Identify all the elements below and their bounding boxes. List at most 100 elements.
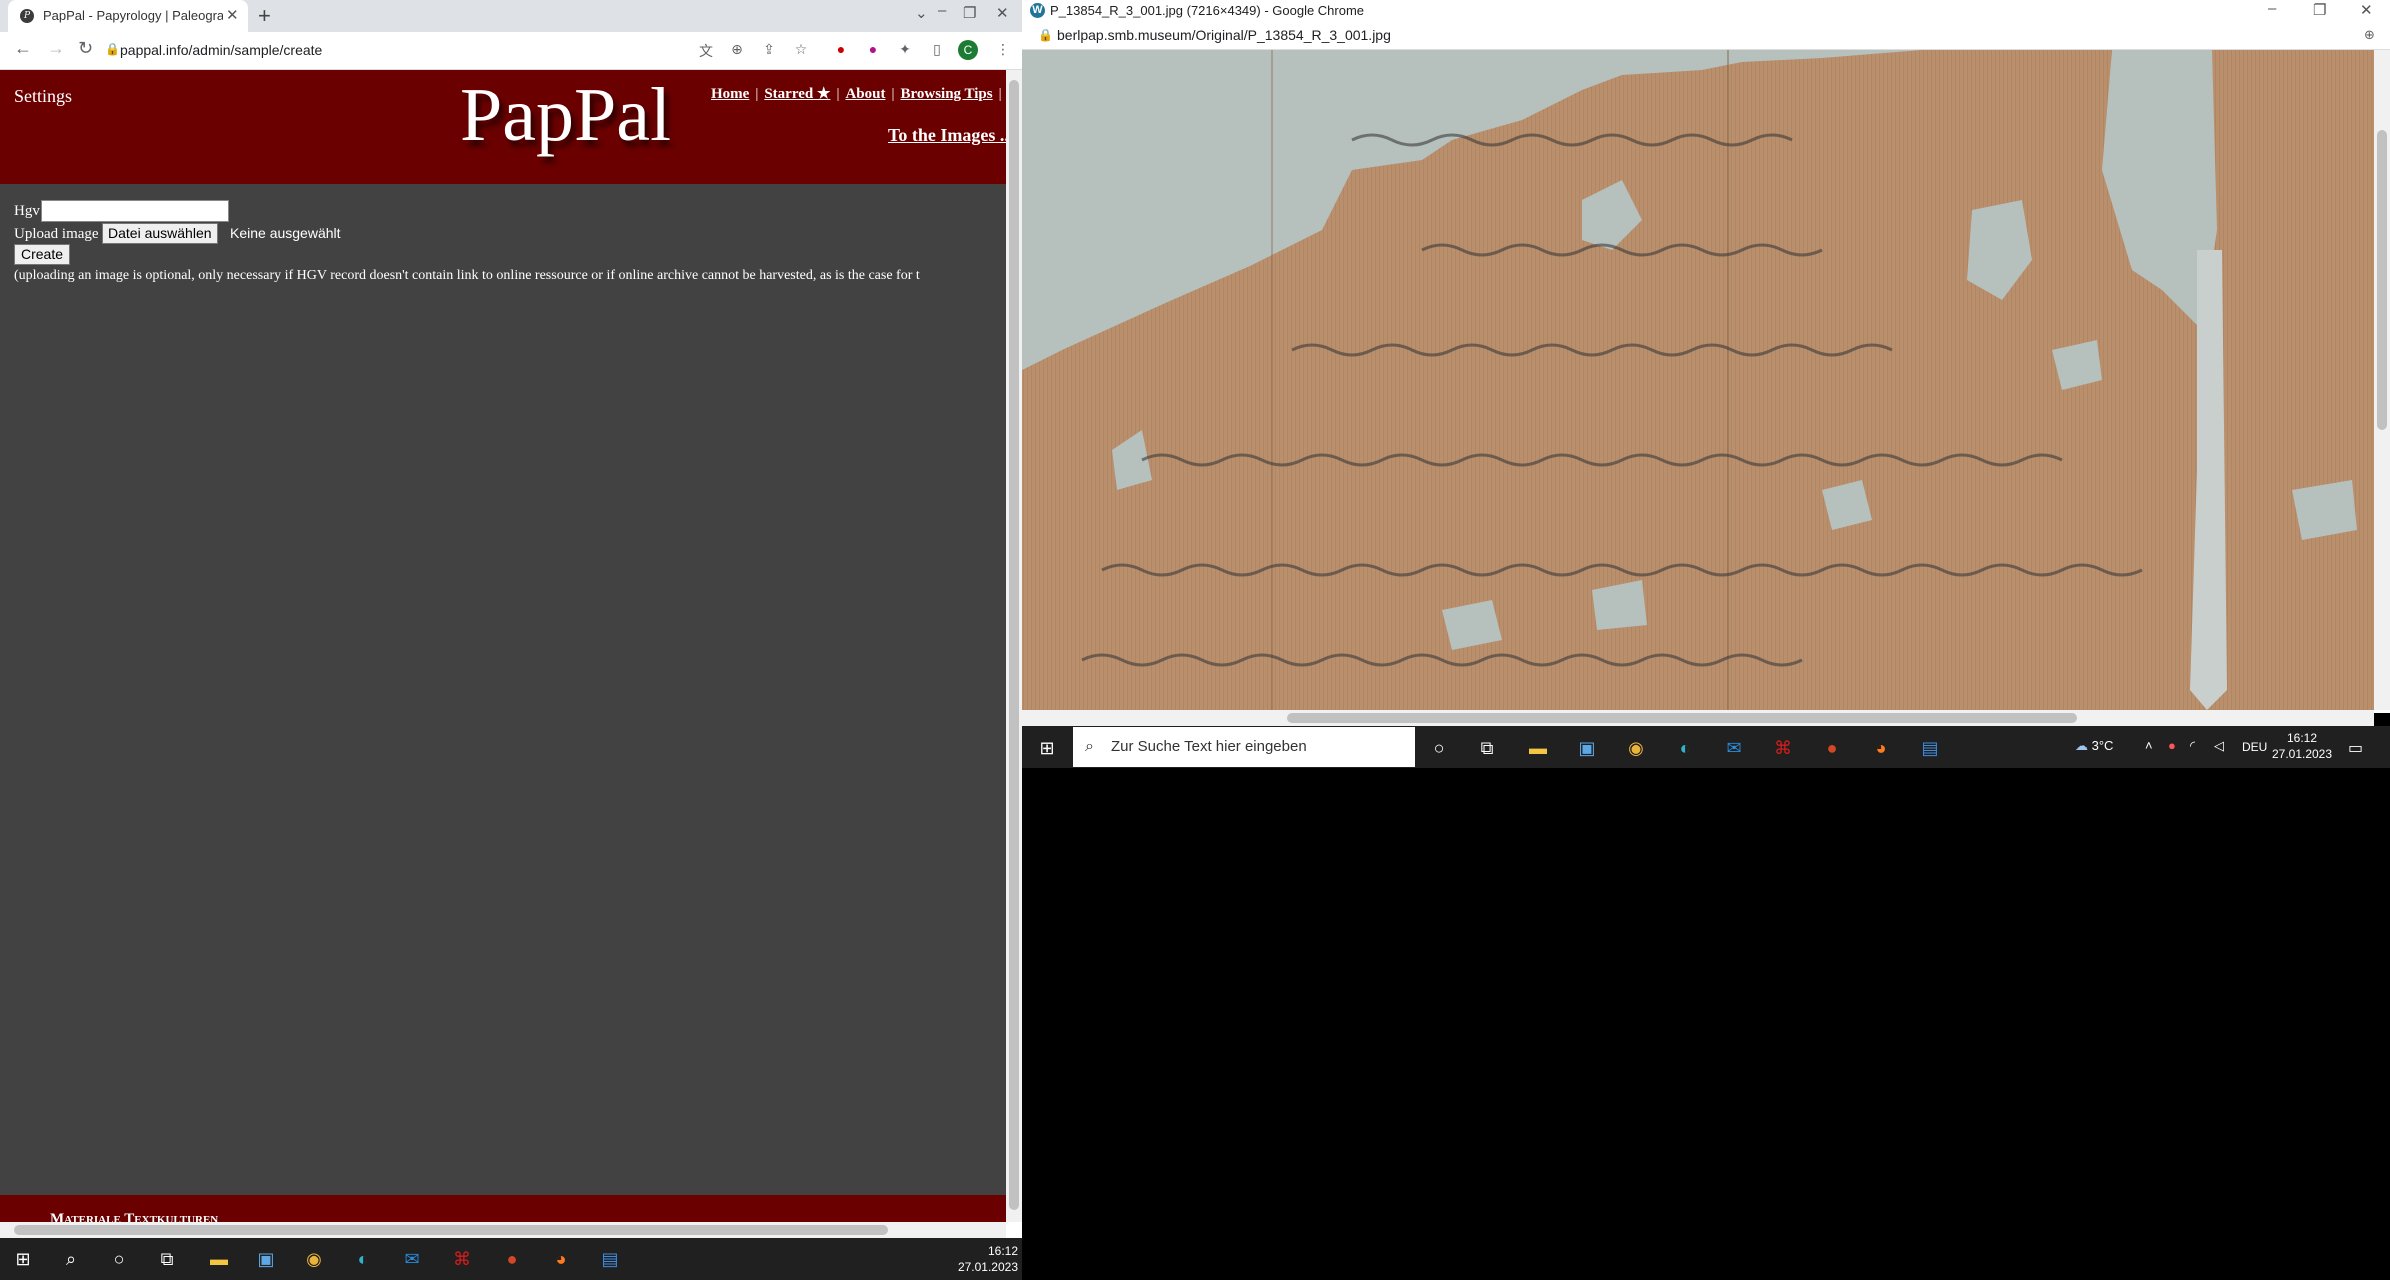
close-tab-icon[interactable]: ✕	[226, 6, 239, 24]
firefox-icon[interactable]: ◕	[548, 1246, 574, 1272]
vertical-scroll-thumb[interactable]	[1009, 80, 1019, 1210]
store-icon[interactable]: ▣	[253, 1246, 279, 1272]
task-view-icon[interactable]: ⧉	[154, 1246, 180, 1272]
chrome-icon[interactable]: ◉	[1623, 735, 1649, 761]
photos-icon[interactable]: ▤	[597, 1246, 623, 1272]
clock-date: 27.01.2023	[957, 1260, 1018, 1274]
forward-icon[interactable]: →	[47, 38, 65, 59]
page-content: Settings PapPal Home | Starred ★ | About | Bro…	[0, 70, 1006, 1222]
extensions-puzzle-icon[interactable]: ✦	[896, 41, 914, 59]
chrome-icon[interactable]: ◉	[301, 1246, 327, 1272]
cortana-icon[interactable]: ○	[106, 1246, 132, 1272]
empty-screen-area	[1022, 768, 2390, 1280]
file-explorer-icon[interactable]: ▬	[206, 1246, 232, 1272]
papyrus-graphic	[1022, 50, 2374, 710]
upload-note: (uploading an image is optional, only ne…	[14, 268, 920, 283]
volume-icon[interactable]: ◁	[2214, 738, 2224, 754]
restore-icon[interactable]: ❐	[963, 4, 976, 22]
nav-separator: |	[836, 86, 840, 102]
left-browser-tab[interactable]: P PapPal - Papyrology | Paleograph ✕	[8, 0, 248, 32]
menu-kebab-icon[interactable]: ⋮	[994, 41, 1012, 59]
photos-icon[interactable]: ▤	[1917, 735, 1943, 761]
left-tab-title: PapPal - Papyrology | Paleograph	[43, 8, 223, 23]
site-logo[interactable]: PapPal	[460, 72, 671, 159]
nav-starred[interactable]: Starred ★	[764, 86, 830, 102]
choose-file-button[interactable]: Datei auswählen	[102, 223, 218, 244]
left-url-field[interactable]: pappal.info/admin/sample/create	[120, 42, 322, 58]
close-window-icon[interactable]: ✕	[2360, 1, 2373, 19]
extension-purple-icon[interactable]: ●	[864, 41, 882, 59]
mail-icon[interactable]: ✉	[1721, 735, 1747, 761]
horizontal-scroll-thumb[interactable]	[14, 1225, 888, 1235]
translate-icon[interactable]: 文	[697, 41, 715, 59]
nav-about[interactable]: About	[845, 86, 885, 102]
right-vertical-scroll-thumb[interactable]	[2377, 130, 2387, 430]
acrobat-icon[interactable]: ⌘	[1770, 735, 1796, 761]
reload-icon[interactable]: ↻	[78, 38, 93, 59]
search-icon[interactable]: ⌕	[58, 1246, 84, 1272]
create-button[interactable]: Create	[14, 244, 71, 265]
profile-avatar[interactable]: C	[958, 40, 978, 60]
side-panel-icon[interactable]: ▯	[928, 41, 946, 59]
tray-app-icon[interactable]: ●	[2168, 738, 2176, 753]
papyrus-image[interactable]	[1022, 50, 2374, 710]
tab-search-icon[interactable]: ⌄	[915, 4, 928, 22]
left-clock[interactable]: 16:12 27.01.2023	[948, 1243, 1018, 1275]
windows-start-icon[interactable]: ⊞	[1034, 735, 1060, 761]
settings-link[interactable]: Settings	[14, 86, 72, 107]
left-browser-window: P PapPal - Papyrology | Paleograph ✕ + ⌄…	[0, 0, 1022, 1238]
cortana-icon[interactable]: ○	[1426, 735, 1452, 761]
close-window-icon[interactable]: ✕	[996, 4, 1009, 22]
zoom-icon[interactable]: ⊕	[728, 41, 746, 59]
nav-home[interactable]: Home	[711, 86, 749, 102]
file-status-text: Keine ausgewählt	[230, 225, 341, 241]
restore-icon[interactable]: ❐	[2313, 1, 2326, 19]
right-window-title: P_13854_R_3_001.jpg (7216×4349) - Google…	[1050, 3, 1365, 18]
to-images-link[interactable]: To the Images ...	[888, 125, 1006, 146]
bookmark-star-icon[interactable]: ☆	[792, 41, 810, 59]
store-icon[interactable]: ▣	[1574, 735, 1600, 761]
temperature: 3°C	[2091, 738, 2114, 753]
weather-widget[interactable]: ☁ 3°C	[2075, 738, 2113, 754]
nav-separator: |	[998, 86, 1002, 102]
nav-separator: |	[755, 86, 759, 102]
file-explorer-icon[interactable]: ▬	[1525, 735, 1551, 761]
upload-row: Upload image Datei auswählen Keine ausge…	[14, 222, 614, 244]
wifi-icon[interactable]: ◜	[2190, 738, 2195, 754]
desktop: P PapPal - Papyrology | Paleograph ✕ + ⌄…	[0, 0, 2390, 1280]
hgv-label: Hgv	[14, 203, 40, 219]
right-url-field[interactable]: berlpap.smb.museum/Original/P_13854_R_3_…	[1057, 27, 1391, 43]
nav-separator: |	[891, 86, 895, 102]
taskbar-search-box[interactable]: ⌕ Zur Suche Text hier eingeben	[1073, 727, 1415, 767]
edge-icon[interactable]: ◐	[350, 1246, 376, 1272]
powerpoint-icon[interactable]: ●	[499, 1246, 525, 1272]
acrobat-icon[interactable]: ⌘	[449, 1246, 475, 1272]
windows-start-icon[interactable]: ⊞	[10, 1246, 36, 1272]
task-view-icon[interactable]: ⧉	[1474, 735, 1500, 761]
nav-browsing-tips[interactable]: Browsing Tips	[900, 86, 992, 102]
upload-image-label: Upload image	[14, 226, 99, 242]
minimize-icon[interactable]: –	[938, 2, 946, 19]
cloud-icon: ☁	[2075, 738, 2088, 753]
firefox-icon[interactable]: ◕	[1868, 735, 1894, 761]
tray-chevron-icon[interactable]: ˄	[2145, 738, 2153, 753]
new-tab-icon[interactable]: +	[258, 3, 271, 29]
edge-icon[interactable]: ◐	[1672, 735, 1698, 761]
zoom-icon[interactable]: ⊕	[2364, 27, 2375, 43]
clock-date: 27.01.2023	[2271, 747, 2333, 761]
pappal-favicon-icon: P	[20, 9, 34, 23]
extension-red-icon[interactable]: ●	[832, 41, 850, 59]
share-icon[interactable]: ⇪	[760, 41, 778, 59]
footer-title[interactable]: Materiale Textkulturen	[50, 1211, 218, 1222]
back-icon[interactable]: ←	[14, 38, 32, 59]
notification-icon[interactable]: ▭	[2348, 738, 2363, 758]
minimize-icon[interactable]: –	[2268, 0, 2276, 17]
hgv-input[interactable]	[41, 200, 229, 222]
lock-icon: 🔒	[1038, 28, 1053, 42]
clock-time: 16:12	[2286, 731, 2318, 745]
powerpoint-icon[interactable]: ●	[1819, 735, 1845, 761]
mail-icon[interactable]: ✉	[399, 1246, 425, 1272]
right-clock[interactable]: 16:12 27.01.2023	[2262, 730, 2342, 762]
lock-icon: 🔒	[105, 42, 120, 56]
right-horizontal-scroll-thumb[interactable]	[1287, 713, 2077, 723]
